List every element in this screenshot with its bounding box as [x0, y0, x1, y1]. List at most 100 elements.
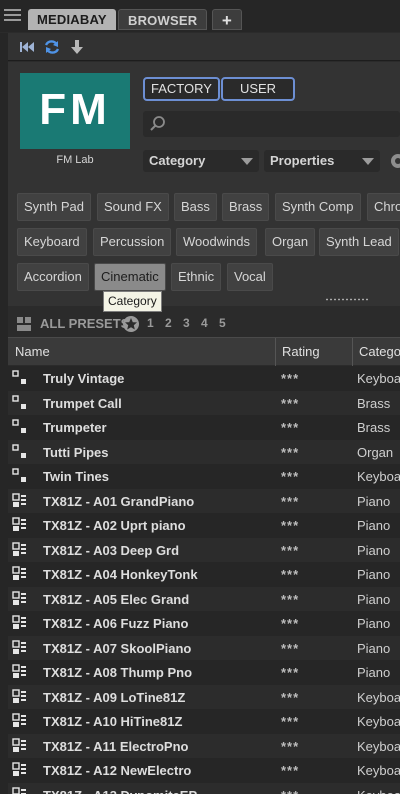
preset-row[interactable]: Truly Vintage *** Keyboa — [8, 366, 400, 390]
refresh-icon[interactable] — [43, 38, 61, 56]
search-input[interactable] — [171, 114, 391, 134]
preset-rating[interactable]: *** — [281, 690, 299, 705]
rating-level-1[interactable]: 1 — [147, 316, 165, 330]
preset-category: Keyboa — [357, 788, 400, 794]
preset-row[interactable]: TX81Z - A01 GrandPiano *** Piano — [8, 488, 400, 513]
preset-rating[interactable]: *** — [281, 543, 299, 558]
category-chip[interactable]: Synth Comp — [275, 193, 361, 221]
preset-category: Keyboa — [357, 763, 400, 778]
category-chip[interactable]: Brass — [222, 193, 270, 221]
preset-row[interactable]: TX81Z - A12 NewElectro *** Keyboa — [8, 758, 400, 782]
category-chip[interactable]: Percussion — [93, 228, 172, 256]
rating-level-4[interactable]: 4 — [201, 316, 219, 330]
preset-table-header: Name Rating Catego — [8, 337, 400, 366]
category-chip[interactable]: Vocal — [227, 263, 273, 291]
category-chip[interactable]: Chro — [367, 193, 400, 221]
preset-row[interactable]: TX81Z - A05 Elec Grand *** Piano — [8, 586, 400, 611]
preset-row[interactable]: TX81Z - A09 LoTine81Z *** Keyboa — [8, 684, 400, 709]
category-chip[interactable]: Sound FX — [97, 193, 169, 221]
mediabay-toolbar — [8, 33, 400, 61]
category-chip[interactable]: Keyboard — [17, 228, 87, 256]
preset-name: TX81Z - A11 ElectroPno — [43, 738, 189, 754]
preset-name: TX81Z - A12 NewElectro — [43, 763, 192, 778]
preset-filter-icon[interactable] — [16, 315, 34, 333]
category-chip[interactable]: Synth Lead — [319, 228, 399, 256]
preset-rating[interactable]: *** — [281, 763, 299, 778]
preset-rating[interactable]: *** — [281, 788, 299, 794]
search-box[interactable] — [143, 111, 400, 137]
preset-rating[interactable]: *** — [281, 494, 299, 509]
preset-row[interactable]: Trumpeter *** Brass — [8, 415, 400, 439]
column-header-name[interactable]: Name — [15, 344, 50, 359]
all-presets-label[interactable]: ALL PRESETS — [40, 316, 129, 331]
preset-rating[interactable]: *** — [281, 371, 299, 386]
preset-row[interactable]: Tutti Pipes *** Organ — [8, 439, 400, 464]
category-chip[interactable]: Woodwinds — [176, 228, 257, 256]
preset-row[interactable]: Twin Tines *** Keyboa — [8, 464, 400, 488]
preset-rating[interactable]: *** — [281, 641, 299, 656]
preset-row[interactable]: TX81Z - A02 Uprt piano *** Piano — [8, 513, 400, 537]
preset-rating[interactable]: *** — [281, 518, 299, 533]
category-chip[interactable]: Bass — [174, 193, 217, 221]
category-chip[interactable]: Synth Pad — [17, 193, 91, 221]
preset-rating[interactable]: *** — [281, 567, 299, 582]
preset-name: TX81Z - A06 Fuzz Piano — [43, 616, 189, 631]
preset-row[interactable]: TX81Z - A03 Deep Grd *** Piano — [8, 537, 400, 562]
gear-icon[interactable] — [388, 151, 400, 171]
preset-category: Piano — [357, 542, 391, 558]
rating-level-3[interactable]: 3 — [183, 316, 201, 330]
preset-name: Tutti Pipes — [43, 444, 109, 460]
preset-rating[interactable]: *** — [281, 616, 299, 631]
preset-multi-icon — [12, 664, 26, 678]
left-edge-strip — [0, 33, 8, 794]
preset-name: TX81Z - A03 Deep Grd — [43, 542, 180, 558]
user-button[interactable]: USER — [221, 77, 295, 101]
jump-to-start-icon[interactable] — [18, 38, 36, 56]
preset-row[interactable]: TX81Z - A04 HonkeyTonk *** Piano — [8, 562, 400, 586]
column-header-rating[interactable]: Rating — [275, 338, 352, 366]
preset-row[interactable]: TX81Z - A10 HiTine81Z *** Keyboa — [8, 709, 400, 733]
download-arrow-icon[interactable] — [68, 38, 86, 56]
preset-rating[interactable]: *** — [281, 396, 299, 411]
properties-dropdown[interactable]: Properties — [264, 150, 380, 172]
preset-rating[interactable]: *** — [281, 665, 299, 680]
preset-category: Brass — [357, 420, 391, 435]
tab-browser[interactable]: BROWSER — [118, 9, 208, 30]
rating-star-icon — [123, 316, 139, 332]
preset-row[interactable]: TX81Z - A06 Fuzz Piano *** Piano — [8, 611, 400, 635]
preset-single-icon — [12, 394, 26, 409]
preset-multi-icon — [12, 688, 26, 703]
category-chip[interactable]: Accordion — [17, 263, 89, 291]
category-chip[interactable]: Organ — [265, 228, 316, 256]
add-tab-button[interactable]: + — [212, 9, 242, 30]
preset-row[interactable]: TX81Z - A11 ElectroPno *** Keyboa — [8, 733, 400, 758]
preset-row[interactable]: TX81Z - A07 SkoolPiano *** Piano — [8, 635, 400, 660]
column-header-category[interactable]: Catego — [352, 338, 400, 366]
preset-name: Twin Tines — [43, 469, 109, 484]
preset-multi-icon — [12, 615, 26, 629]
preset-category: Keyboa — [357, 714, 400, 729]
hamburger-menu-icon[interactable] — [4, 9, 21, 23]
category-chip-selected[interactable]: Cinematic — [94, 263, 166, 291]
category-chip[interactable]: Ethnic — [171, 263, 222, 291]
preset-multi-icon — [12, 737, 26, 752]
preset-row[interactable]: TX81Z - A13 DynomiteEP *** Keyboa — [8, 782, 400, 794]
preset-rating[interactable]: *** — [281, 469, 299, 484]
category-dropdown[interactable]: Category — [143, 150, 259, 172]
tab-mediabay[interactable]: MEDIABAY — [28, 9, 116, 30]
preset-rating[interactable]: *** — [281, 420, 299, 435]
factory-button[interactable]: FACTORY — [143, 77, 220, 101]
preset-name: Trumpet Call — [43, 395, 122, 411]
preset-rating[interactable]: *** — [281, 714, 299, 729]
preset-rating[interactable]: *** — [281, 445, 299, 460]
resize-grip-handle[interactable] — [325, 298, 369, 301]
preset-row[interactable]: TX81Z - A08 Thump Pno *** Piano — [8, 660, 400, 684]
rating-filter-bar: ALL PRESETS 12345 — [8, 312, 400, 336]
rating-level-5[interactable]: 5 — [219, 316, 237, 330]
rating-level-2[interactable]: 2 — [165, 316, 183, 330]
preset-rating[interactable]: *** — [281, 592, 299, 607]
preset-row[interactable]: Trumpet Call *** Brass — [8, 390, 400, 415]
preset-rating[interactable]: *** — [281, 739, 299, 754]
logo-caption: FM Lab — [56, 154, 94, 166]
preset-single-icon — [12, 370, 26, 384]
